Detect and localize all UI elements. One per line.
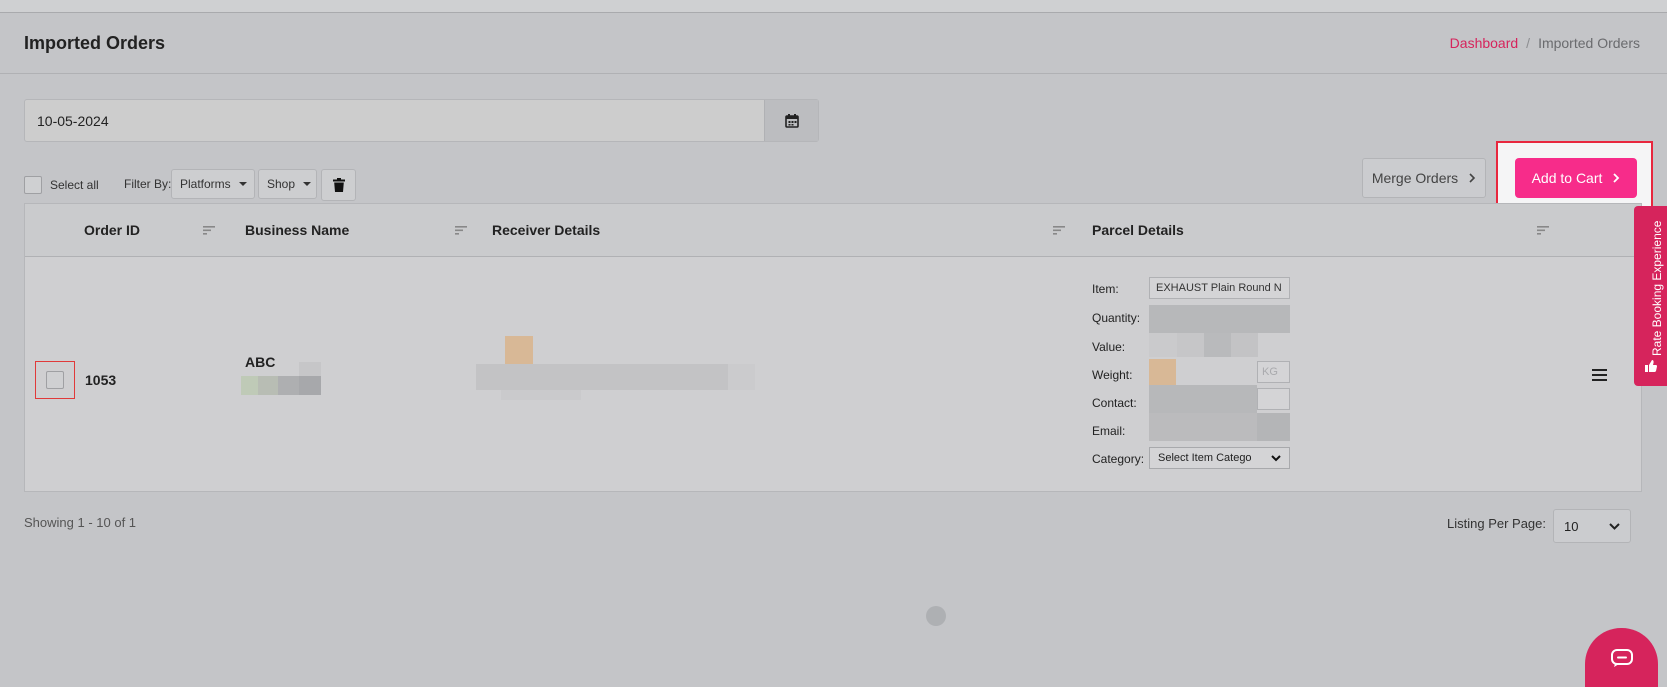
calendar-button[interactable] — [764, 100, 818, 141]
redacted-block — [1231, 333, 1258, 357]
value-input[interactable] — [1149, 333, 1177, 357]
page-title: Imported Orders — [24, 33, 166, 53]
email-label: Email: — [1092, 424, 1126, 438]
chat-icon — [1610, 648, 1633, 667]
loading-indicator — [926, 606, 946, 626]
redacted-block — [505, 336, 533, 364]
category-label: Category: — [1092, 452, 1145, 466]
chevron-right-icon — [1469, 173, 1476, 183]
platforms-label: Platforms — [180, 177, 231, 191]
weight-input[interactable] — [1149, 359, 1176, 385]
table-row: 1053 ABC Item: EXHAUST Plain Round N Qua… — [25, 257, 1641, 491]
select-all-label: Select all — [50, 178, 99, 192]
order-id: 1053 — [85, 372, 117, 388]
redacted-block — [476, 364, 728, 390]
redacted-block — [1204, 333, 1231, 357]
shop-dropdown[interactable]: Shop — [258, 169, 317, 199]
column-header-parcel-details: Parcel Details — [1092, 222, 1184, 238]
sort-icon[interactable] — [1537, 226, 1549, 235]
redacted-block — [258, 376, 278, 395]
row-checkbox[interactable] — [46, 371, 64, 389]
orders-table: Order ID Business Name Receiver Details … — [24, 203, 1642, 492]
row-checkbox-highlight — [35, 361, 75, 399]
page-header: Imported Orders Dashboard / Imported Order… — [0, 13, 1667, 74]
trash-icon — [332, 178, 345, 192]
column-header-order-id: Order ID — [84, 222, 141, 238]
redacted-block — [1257, 388, 1290, 410]
contact-label: Contact: — [1092, 396, 1137, 410]
quantity-input[interactable] — [1149, 305, 1290, 333]
redacted-block — [299, 376, 321, 395]
sort-icon[interactable] — [203, 226, 215, 235]
platforms-dropdown[interactable]: Platforms — [171, 169, 255, 199]
value-label: Value: — [1092, 340, 1126, 354]
row-menu-icon[interactable] — [1592, 369, 1607, 384]
column-header-receiver-details: Receiver Details — [492, 222, 601, 238]
redacted-block — [1257, 413, 1290, 441]
breadcrumb-separator: / — [1526, 35, 1531, 51]
redacted-block — [278, 376, 299, 395]
listing-per-page-select[interactable]: 10 — [1553, 509, 1631, 543]
date-filter — [24, 99, 819, 142]
delete-button[interactable] — [321, 169, 356, 201]
redacted-block — [728, 364, 755, 390]
breadcrumb-dashboard-link[interactable]: Dashboard — [1450, 35, 1519, 51]
weight-unit: KG — [1257, 361, 1290, 383]
chevron-down-icon — [1271, 454, 1281, 461]
item-label: Item: — [1092, 282, 1119, 296]
sort-icon[interactable] — [455, 226, 467, 235]
add-to-cart-label: Add to Cart — [1531, 170, 1603, 186]
breadcrumb-current: Imported Orders — [1538, 35, 1640, 51]
redacted-block — [241, 376, 258, 395]
side-tab-label: Rate Booking Experience — [1650, 220, 1664, 356]
item-input[interactable]: EXHAUST Plain Round N — [1149, 277, 1290, 299]
redacted-block — [299, 362, 321, 376]
redacted-block — [1177, 333, 1204, 357]
merge-orders-button[interactable]: Merge Orders — [1362, 158, 1486, 198]
business-name: ABC — [245, 354, 276, 370]
filter-by-label: Filter By: — [124, 177, 172, 191]
pagination-summary: Showing 1 - 10 of 1 — [24, 515, 137, 530]
caret-down-icon — [238, 182, 247, 186]
thumbs-up-icon — [1645, 360, 1657, 372]
sort-icon[interactable] — [1053, 226, 1065, 235]
breadcrumb: Dashboard / Imported Orders — [1450, 35, 1640, 51]
rate-booking-experience-tab[interactable]: Rate Booking Experience — [1634, 206, 1667, 386]
email-input[interactable] — [1149, 413, 1257, 441]
select-all-checkbox[interactable] — [24, 176, 42, 194]
column-header-business-name: Business Name — [245, 222, 350, 238]
listing-per-page-label: Listing Per Page: — [1447, 516, 1547, 531]
category-select[interactable]: Select Item Catego — [1149, 447, 1290, 469]
redacted-block — [1176, 359, 1257, 385]
merge-orders-label: Merge Orders — [1371, 170, 1459, 186]
table-header: Order ID Business Name Receiver Details … — [25, 204, 1641, 257]
listing-per-page-value: 10 — [1564, 518, 1579, 534]
add-to-cart-button[interactable]: Add to Cart — [1515, 158, 1637, 198]
category-value: Select Item Catego — [1158, 452, 1252, 464]
shop-label: Shop — [267, 177, 296, 191]
select-all[interactable]: Select all — [24, 176, 99, 194]
caret-down-icon — [303, 182, 312, 186]
chat-button[interactable] — [1585, 628, 1658, 687]
date-input[interactable] — [25, 100, 763, 141]
weight-label: Weight: — [1092, 368, 1133, 382]
contact-input[interactable] — [1149, 385, 1257, 413]
quantity-label: Quantity: — [1092, 311, 1141, 325]
chevron-down-icon — [1609, 522, 1620, 530]
top-bar — [0, 0, 1667, 13]
chevron-right-icon — [1613, 173, 1620, 183]
calendar-icon — [784, 113, 799, 128]
redacted-block — [501, 390, 581, 400]
